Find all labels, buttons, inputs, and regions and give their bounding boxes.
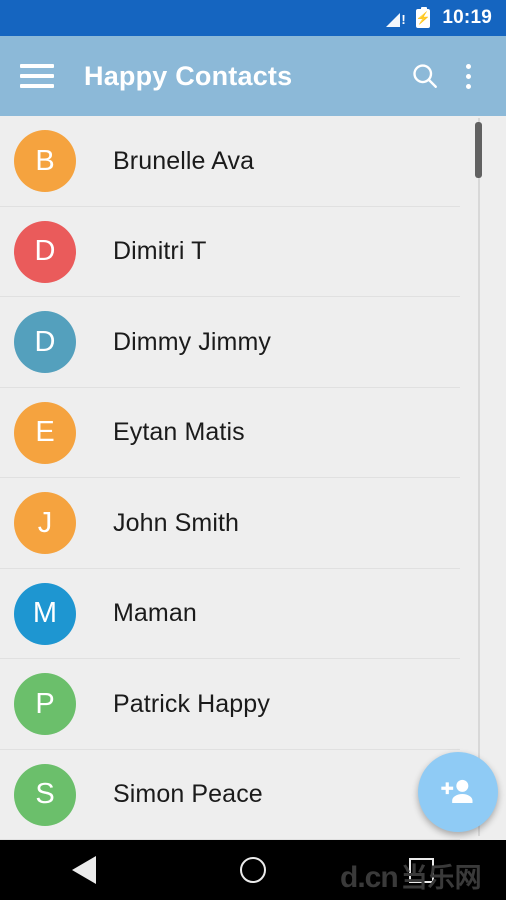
status-icons: ! ⚡ 10:19 <box>386 6 492 29</box>
avatar: P <box>14 673 76 736</box>
avatar: M <box>14 582 76 645</box>
contact-name: Maman <box>113 599 197 628</box>
search-glyph <box>413 64 437 88</box>
avatar: S <box>14 763 76 826</box>
status-clock: 10:19 <box>442 7 492 28</box>
contact-row[interactable]: E Eytan Matis <box>0 388 506 479</box>
hamburger-menu-icon[interactable] <box>20 61 56 91</box>
overflow-dots <box>465 63 471 89</box>
nav-back-button[interactable] <box>0 856 169 884</box>
avatar: D <box>14 311 76 374</box>
contact-row[interactable]: B Brunelle Ava <box>0 116 506 207</box>
contact-name: Dimmy Jimmy <box>113 327 272 356</box>
contact-row[interactable]: P Patrick Happy <box>0 659 506 750</box>
contact-name: Eytan Matis <box>113 418 245 447</box>
nav-back-icon <box>72 856 97 884</box>
contact-row[interactable]: D Dimitri T <box>0 207 506 298</box>
person-add-icon <box>441 779 473 803</box>
add-contact-fab[interactable] <box>418 752 498 832</box>
contact-list[interactable]: B Brunelle Ava D Dimitri T D Dimmy Jimmy E Eyta… <box>0 116 506 840</box>
scrollbar-track[interactable] <box>478 118 480 836</box>
nav-recents-button[interactable] <box>337 857 506 883</box>
avatar: B <box>14 130 76 193</box>
contact-name: Simon Peace <box>113 780 263 809</box>
nav-home-button[interactable] <box>169 857 338 883</box>
page-title: Happy Contacts <box>84 60 293 91</box>
signal-no-service-icon: ! <box>386 9 408 27</box>
nav-recents-icon <box>409 857 435 883</box>
avatar: D <box>14 220 76 283</box>
app-bar: Happy Contacts <box>0 36 506 116</box>
battery-charging-icon: ⚡ <box>416 6 431 28</box>
contact-row[interactable]: D Dimmy Jimmy <box>0 297 506 388</box>
contact-row[interactable]: M Maman <box>0 569 506 660</box>
status-bar: ! ⚡ 10:19 <box>0 0 506 36</box>
search-icon[interactable] <box>402 53 448 99</box>
contact-row[interactable]: J John Smith <box>0 478 506 569</box>
avatar: J <box>14 492 76 555</box>
overflow-menu-icon[interactable] <box>448 53 488 99</box>
android-screen: ! ⚡ 10:19 Happy Contacts B Brunelle Ava D D <box>0 0 506 900</box>
navigation-bar <box>0 840 506 900</box>
avatar: E <box>14 401 76 464</box>
contact-name: Patrick Happy <box>113 689 270 718</box>
contact-name: Brunelle Ava <box>113 146 255 175</box>
scrollbar-thumb[interactable] <box>475 122 482 178</box>
contact-name: Dimitri T <box>113 237 207 266</box>
nav-home-icon <box>240 857 266 883</box>
contact-name: John Smith <box>113 508 240 537</box>
